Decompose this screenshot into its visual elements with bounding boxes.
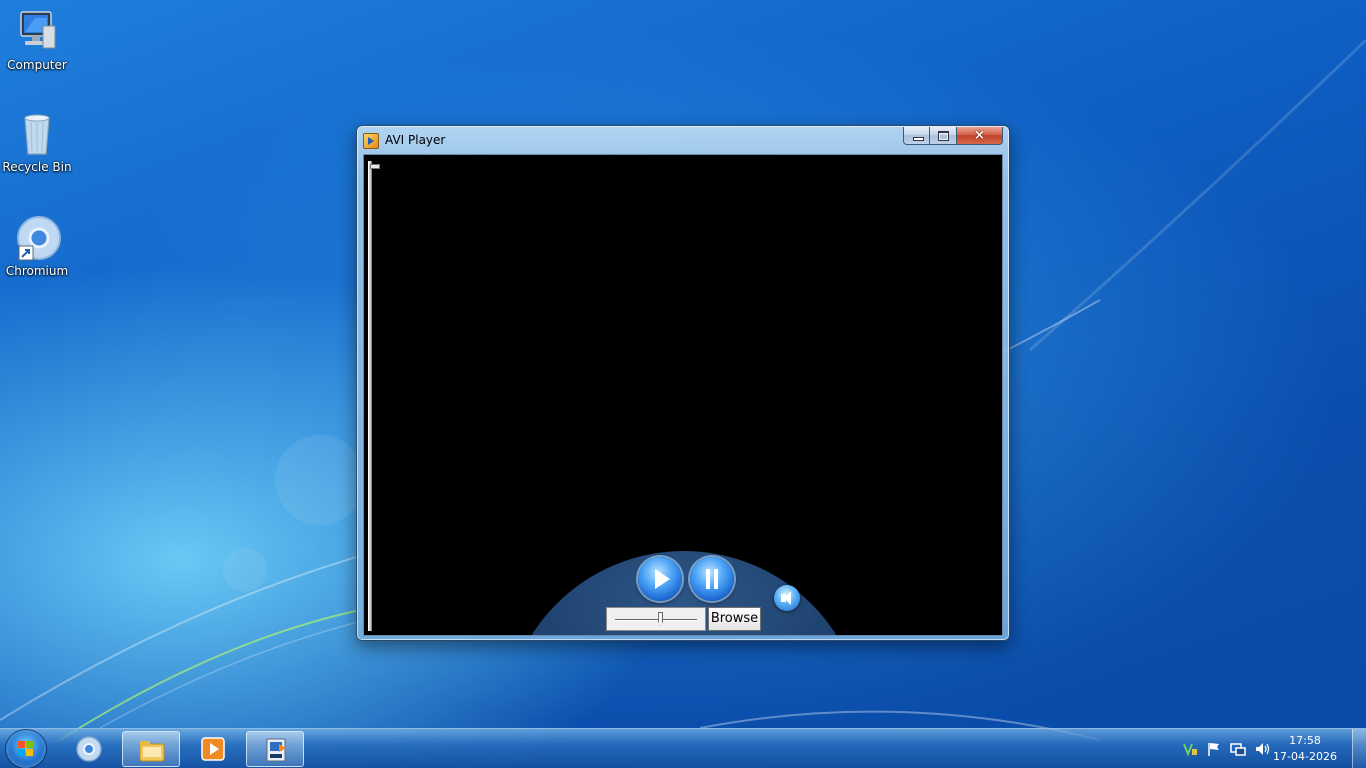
volume-icon[interactable] bbox=[774, 585, 800, 611]
position-slider-thumb[interactable] bbox=[370, 164, 380, 169]
avi-player-icon bbox=[266, 738, 286, 762]
media-player-icon bbox=[201, 737, 225, 761]
show-desktop-button[interactable] bbox=[1352, 729, 1366, 768]
close-button[interactable]: × bbox=[957, 127, 1003, 145]
position-slider[interactable] bbox=[368, 161, 380, 631]
clock-date: 17-04-2026 bbox=[1273, 750, 1337, 763]
taskbar-media-player[interactable] bbox=[184, 731, 242, 767]
desktop-icon-label: Chromium bbox=[5, 264, 69, 278]
taskbar-file-explorer[interactable] bbox=[122, 731, 180, 767]
minimize-button[interactable] bbox=[903, 127, 930, 145]
recycle-bin-icon bbox=[13, 110, 61, 158]
browse-button[interactable]: Browse bbox=[708, 607, 761, 631]
maximize-button[interactable] bbox=[930, 127, 957, 145]
chromium-icon bbox=[13, 214, 61, 262]
start-button[interactable] bbox=[6, 730, 46, 768]
video-area: Browse bbox=[363, 154, 1003, 636]
file-explorer-icon bbox=[139, 741, 165, 762]
title-bar[interactable]: AVI Player × bbox=[357, 126, 1009, 154]
play-button[interactable] bbox=[638, 557, 682, 601]
taskbar: 17:58 17-04-2026 bbox=[0, 728, 1366, 768]
computer-icon bbox=[13, 8, 61, 56]
taskbar-chromium[interactable] bbox=[60, 731, 118, 767]
desktop-icon-label: Computer bbox=[7, 58, 67, 72]
action-center-flag-icon[interactable] bbox=[1206, 741, 1222, 757]
desktop: Computer Recycle Bin Chromium AVI Player… bbox=[0, 0, 1366, 768]
volume-slider-thumb[interactable] bbox=[658, 612, 664, 626]
speaker-icon[interactable] bbox=[1254, 741, 1270, 757]
network-vpn-icon[interactable] bbox=[1182, 741, 1198, 757]
chromium-icon bbox=[76, 736, 102, 762]
pause-button[interactable] bbox=[690, 557, 734, 601]
clock-time: 17:58 bbox=[1289, 734, 1321, 747]
clock[interactable]: 17:58 17-04-2026 bbox=[1270, 733, 1340, 765]
volume-slider-track bbox=[615, 619, 697, 621]
desktop-icon-chromium[interactable]: Chromium bbox=[0, 214, 74, 278]
desktop-icon-recycle-bin[interactable]: Recycle Bin bbox=[0, 110, 74, 174]
window-title: AVI Player bbox=[385, 133, 446, 147]
caption-buttons: × bbox=[903, 127, 1003, 146]
desktop-icon-computer[interactable]: Computer bbox=[0, 8, 74, 72]
app-icon bbox=[363, 133, 379, 149]
system-tray: 17:58 17-04-2026 bbox=[1166, 729, 1366, 768]
avi-player-window: AVI Player × Browse bbox=[356, 125, 1010, 641]
windows-logo-icon bbox=[18, 741, 34, 757]
volume-slider[interactable] bbox=[606, 607, 706, 631]
desktop-icon-label: Recycle Bin bbox=[2, 160, 72, 174]
taskbar-avi-player[interactable] bbox=[246, 731, 304, 767]
network-icon[interactable] bbox=[1230, 741, 1246, 757]
